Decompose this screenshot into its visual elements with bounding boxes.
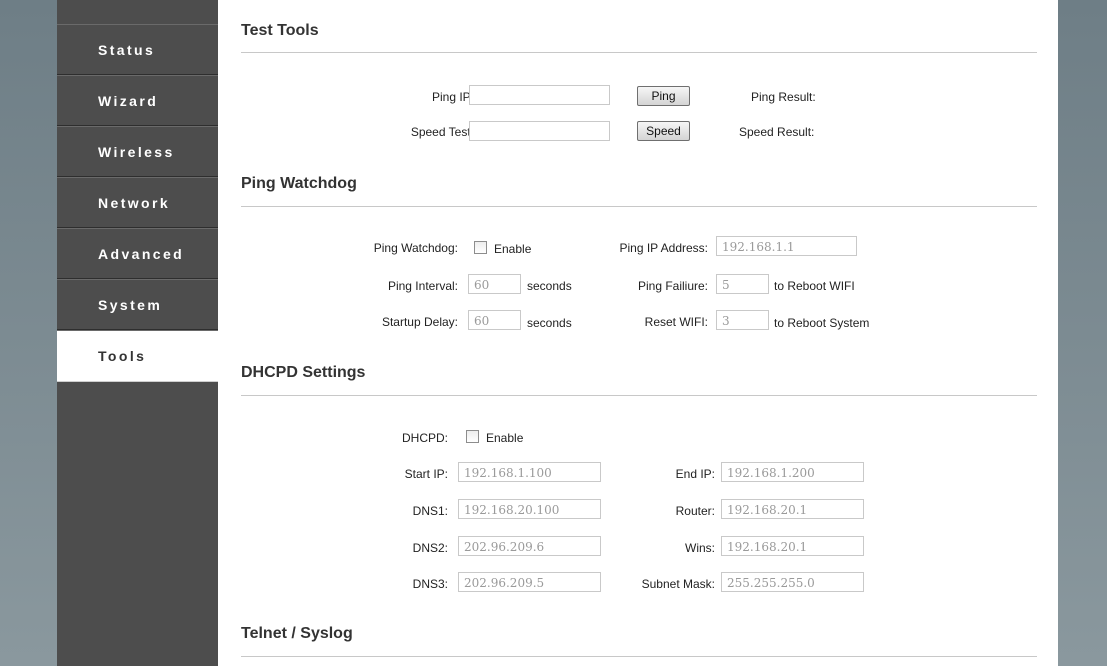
dns3-label: DNS3: — [412, 577, 448, 591]
dns1-label: DNS1: — [412, 504, 448, 518]
subnet-mask-input[interactable]: 255.255.255.0 — [721, 572, 864, 592]
nav-item-advanced[interactable]: Advanced — [57, 229, 218, 280]
ping-watchdog-enable-label: Enable — [494, 242, 532, 256]
main-content: Test Tools Ping IP: Ping Ping Result: Sp… — [218, 0, 1058, 666]
section-divider — [241, 395, 1037, 396]
ping-interval-input[interactable]: 60 — [468, 274, 521, 294]
ping-interval-label: Ping Interval: — [387, 279, 458, 293]
ping-failure-input[interactable]: 5 — [716, 274, 769, 294]
subnet-mask-label: Subnet Mask: — [641, 577, 715, 591]
ping-failure-label: Ping Failiure: — [637, 279, 708, 293]
sidebar-top-strip — [57, 0, 218, 25]
speed-button[interactable]: Speed — [637, 121, 690, 141]
ping-ip-input[interactable] — [469, 85, 610, 105]
dns2-input[interactable]: 202.96.209.6 — [458, 536, 601, 556]
speed-test-input[interactable] — [469, 121, 610, 141]
nav-item-wizard[interactable]: Wizard — [57, 76, 218, 127]
sidebar-nav: Status Wizard Wireless Network Advanced … — [57, 0, 218, 666]
test-tools-title: Test Tools — [241, 22, 319, 39]
ping-watchdog-enable-checkbox[interactable] — [474, 241, 487, 254]
nav-item-system[interactable]: System — [57, 280, 218, 331]
router-input[interactable]: 192.168.20.1 — [721, 499, 864, 519]
wins-label: Wins: — [685, 541, 715, 555]
section-divider — [241, 206, 1037, 207]
ping-ip-label: Ping IP: — [431, 90, 474, 104]
reset-wifi-unit: to Reboot System — [774, 316, 870, 330]
start-ip-label: Start IP: — [404, 467, 448, 481]
dhcpd-settings-title: DHCPD Settings — [241, 364, 366, 381]
nav-item-network[interactable]: Network — [57, 178, 218, 229]
speed-result-label: Speed Result: — [739, 125, 815, 139]
startup-delay-label: Startup Delay: — [381, 315, 458, 329]
startup-delay-input[interactable]: 60 — [468, 310, 521, 330]
speed-test-label: Speed Test: — [410, 125, 474, 139]
section-divider — [241, 52, 1037, 53]
router-label: Router: — [675, 504, 715, 518]
ping-interval-unit: seconds — [527, 279, 572, 293]
ping-result-label: Ping Result: — [751, 90, 816, 104]
dns2-label: DNS2: — [412, 541, 448, 555]
ping-failure-unit: to Reboot WIFI — [774, 279, 855, 293]
ping-button[interactable]: Ping — [637, 86, 690, 106]
ping-ip-address-input[interactable]: 192.168.1.1 — [716, 236, 857, 256]
nav-item-status[interactable]: Status — [57, 25, 218, 76]
nav-item-wireless[interactable]: Wireless — [57, 127, 218, 178]
telnet-syslog-title: Telnet / Syslog — [241, 625, 353, 642]
dhcpd-enable-checkbox[interactable] — [466, 430, 479, 443]
startup-delay-unit: seconds — [527, 316, 572, 330]
section-divider — [241, 656, 1037, 657]
reset-wifi-label: Reset WIFI: — [644, 315, 708, 329]
start-ip-input[interactable]: 192.168.1.100 — [458, 462, 601, 482]
reset-wifi-input[interactable]: 3 — [716, 310, 769, 330]
nav-item-tools[interactable]: Tools — [57, 331, 218, 382]
end-ip-input[interactable]: 192.168.1.200 — [721, 462, 864, 482]
dns1-input[interactable]: 192.168.20.100 — [458, 499, 601, 519]
end-ip-label: End IP: — [675, 467, 715, 481]
ping-watchdog-title: Ping Watchdog — [241, 175, 357, 192]
dns3-input[interactable]: 202.96.209.5 — [458, 572, 601, 592]
dhcpd-enable-label: Enable — [486, 431, 524, 445]
ping-ip-address-label: Ping IP Address: — [619, 241, 709, 255]
wins-input[interactable]: 192.168.20.1 — [721, 536, 864, 556]
dhcpd-label: DHCPD: — [401, 431, 448, 445]
ping-watchdog-label: Ping Watchdog: — [373, 241, 458, 255]
